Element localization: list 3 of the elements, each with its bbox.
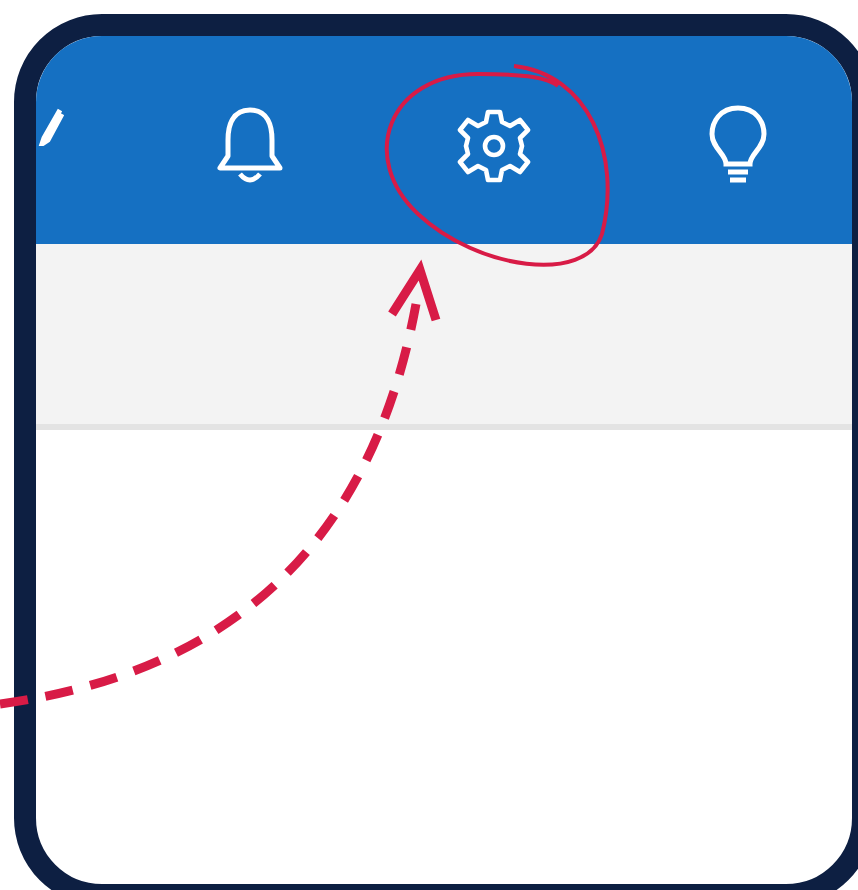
pen-icon[interactable]: [36, 106, 64, 146]
bell-icon[interactable]: [212, 104, 288, 188]
settings-icon[interactable]: [454, 106, 534, 186]
